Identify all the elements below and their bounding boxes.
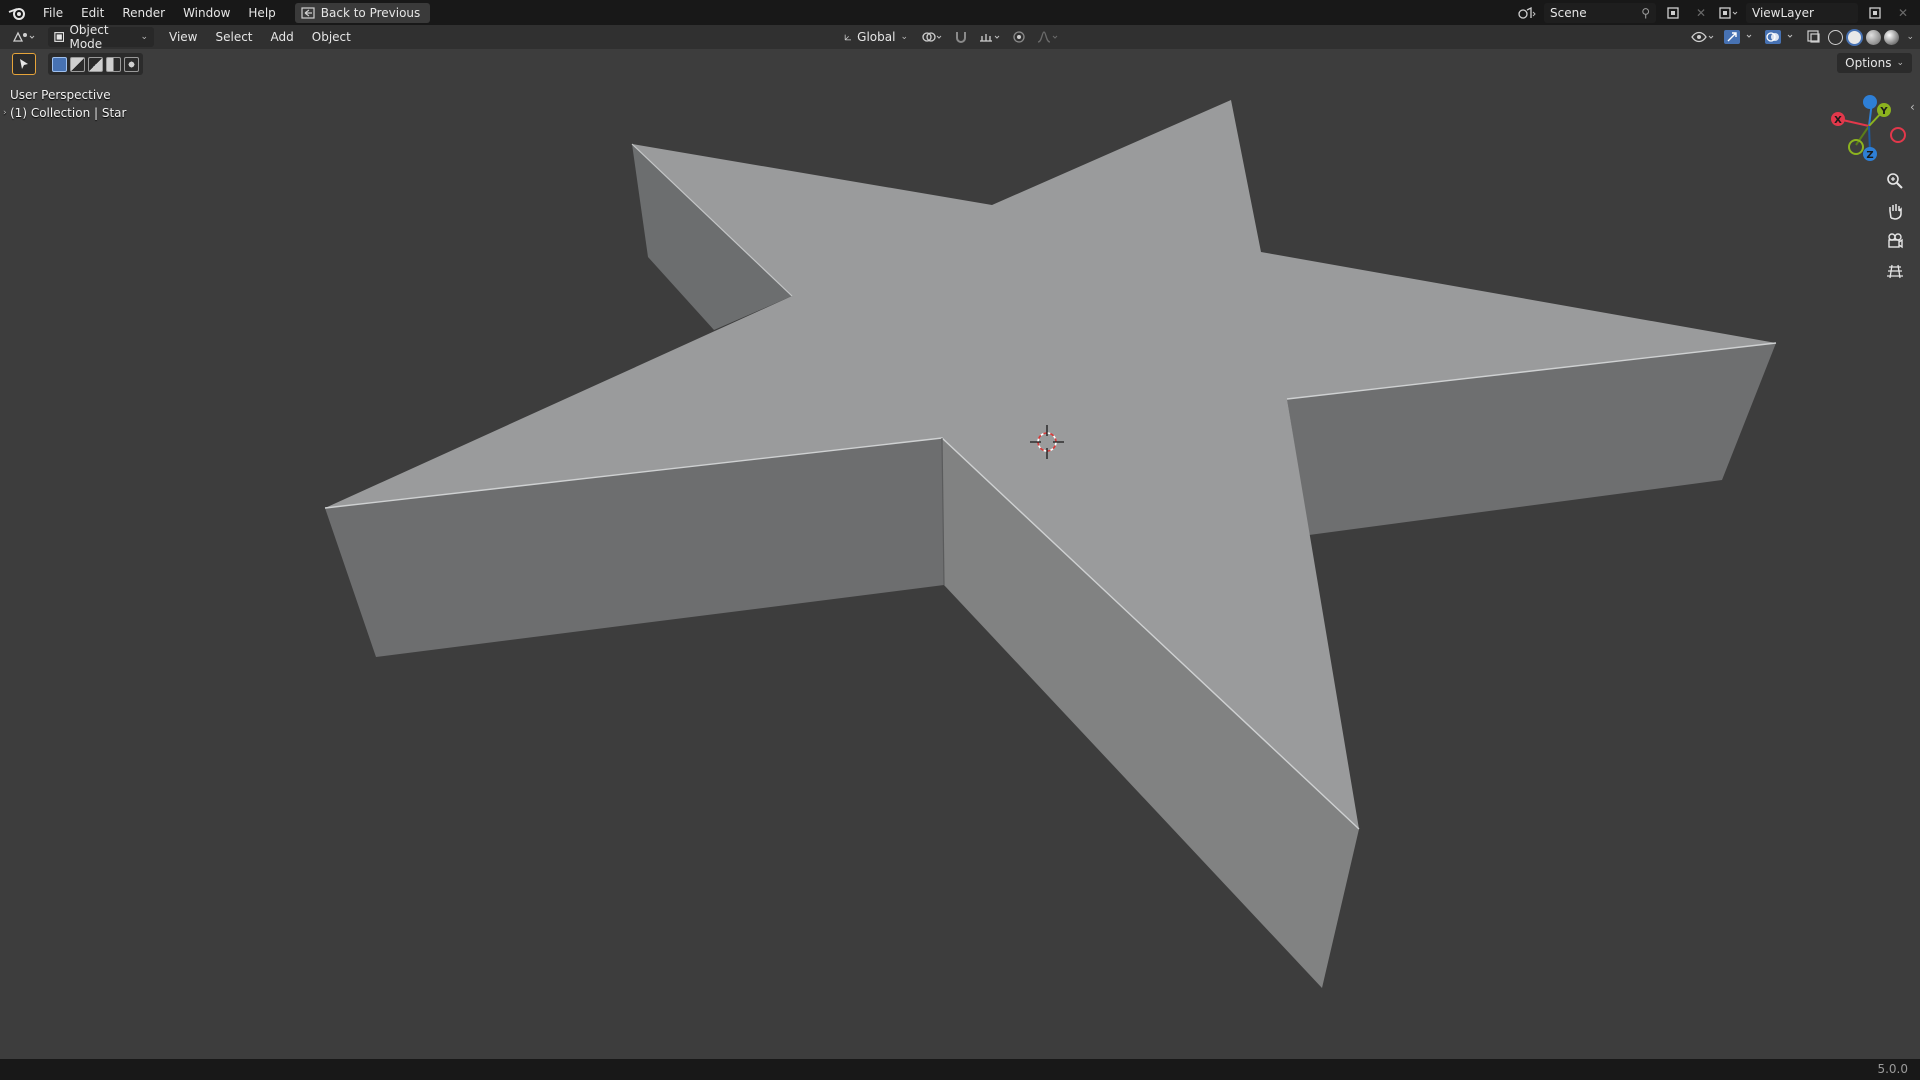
wireframe-shading-icon[interactable]: [1828, 29, 1844, 45]
chevron-down-icon: ⌄: [1896, 58, 1904, 68]
top-right-controls: Scene ⚲ ✕ ViewLayer ✕: [1516, 0, 1920, 25]
scene-name: Scene: [1550, 5, 1587, 20]
gizmo-z-label: Z: [1866, 150, 1873, 161]
pan-hand-icon[interactable]: [1880, 198, 1910, 224]
menu-render[interactable]: Render: [113, 2, 174, 24]
scene-field[interactable]: Scene ⚲: [1544, 2, 1656, 23]
transform-orientation-dropdown[interactable]: Global ⌄: [838, 27, 914, 47]
gizmo-pos-z-handle[interactable]: [1863, 95, 1877, 109]
navigation-gizmo[interactable]: X Y Z: [1824, 88, 1914, 168]
proportional-editing-icon[interactable]: [1008, 27, 1030, 47]
gizmo-x-label: X: [1834, 115, 1842, 126]
falloff-icon[interactable]: [1034, 27, 1062, 47]
pivot-point-icon[interactable]: [918, 27, 946, 47]
delete-scene-icon[interactable]: ✕: [1690, 3, 1712, 23]
menu-view[interactable]: View: [160, 26, 206, 48]
orientation-axes-icon: [844, 34, 852, 41]
object-mode-icon: [54, 32, 65, 42]
material-preview-icon[interactable]: [1866, 29, 1882, 45]
collection-object-label: › (1) Collection | Star: [3, 104, 127, 122]
view-perspective-label: User Perspective: [10, 88, 111, 102]
zoom-icon[interactable]: [1880, 168, 1910, 194]
options-label: Options: [1845, 56, 1892, 70]
chevron-down-icon: ⌄: [140, 32, 148, 42]
options-dropdown[interactable]: Options ⌄: [1837, 53, 1912, 73]
pin-icon[interactable]: ⚲: [1641, 6, 1650, 20]
tool-row: [12, 53, 143, 75]
3d-viewport[interactable]: [0, 49, 1920, 1059]
menu-help[interactable]: Help: [239, 2, 284, 24]
visibility-icon[interactable]: [1688, 27, 1718, 47]
menu-add[interactable]: Add: [262, 26, 303, 48]
rendered-shading-icon[interactable]: [1884, 29, 1900, 45]
shading-options-chevron-icon[interactable]: ⌄: [1906, 32, 1914, 42]
back-to-previous-button[interactable]: Back to Previous: [294, 2, 431, 23]
select-new-icon[interactable]: [52, 56, 67, 72]
snap-target-icon[interactable]: [976, 27, 1004, 47]
menu-window[interactable]: Window: [174, 2, 239, 24]
solid-shading-icon[interactable]: [1846, 28, 1864, 46]
delete-view-layer-icon[interactable]: ✕: [1892, 3, 1914, 23]
new-view-layer-icon[interactable]: [1864, 3, 1886, 23]
menu-edit[interactable]: Edit: [72, 2, 113, 24]
camera-view-icon[interactable]: [1880, 228, 1910, 254]
orientation-label: Global: [857, 30, 896, 44]
gizmo-neg-y-handle[interactable]: [1848, 139, 1864, 155]
header-center-tools: Global ⌄: [838, 27, 1062, 47]
gizmo-neg-x-handle[interactable]: [1890, 127, 1906, 143]
collapse-sidebar-icon[interactable]: ‹: [1910, 100, 1915, 114]
menu-file[interactable]: File: [34, 2, 72, 24]
select-tool-icon[interactable]: [12, 53, 36, 75]
select-extend-icon[interactable]: [70, 56, 85, 72]
object-mode-dropdown[interactable]: Object Mode ⌄: [48, 23, 154, 51]
scene-type-icon[interactable]: [1516, 3, 1538, 23]
xray-toggle-icon[interactable]: [1803, 27, 1825, 47]
overlays-toggle-icon[interactable]: [1762, 27, 1800, 47]
chevron-down-icon: ⌄: [900, 32, 908, 42]
object-mode-label: Object Mode: [69, 23, 109, 51]
blender-logo-icon[interactable]: [0, 0, 34, 25]
menu-object[interactable]: Object: [303, 26, 360, 48]
version-label: 5.0.0: [1877, 1062, 1908, 1076]
new-scene-icon[interactable]: [1662, 3, 1684, 23]
menu-select[interactable]: Select: [206, 26, 261, 48]
select-subtract-icon[interactable]: [88, 56, 103, 72]
selection-mode-group: [48, 53, 143, 75]
collection-expand-chevron-icon[interactable]: ›: [3, 104, 7, 122]
view-layer-type-icon[interactable]: [1718, 3, 1740, 23]
view-layer-field[interactable]: ViewLayer: [1746, 2, 1858, 23]
top-bar: File Edit Render Window Help Back to Pre…: [0, 0, 1920, 25]
view-layer-name: ViewLayer: [1752, 5, 1814, 20]
back-window-icon: [301, 6, 315, 19]
gizmo-y-label: Y: [1879, 106, 1888, 117]
back-to-previous-label: Back to Previous: [320, 5, 421, 20]
viewport-header: Object Mode ⌄ View Select Add Object Glo…: [0, 23, 1920, 51]
viewport-info: User Perspective › (1) Collection | Star: [3, 86, 127, 122]
status-bar: 5.0.0: [0, 1059, 1920, 1080]
grid-view-icon[interactable]: [1880, 258, 1910, 284]
header-right-tools: ⌄: [1688, 27, 1914, 47]
gizmo-toggle-icon[interactable]: [1721, 27, 1759, 47]
editor-type-icon[interactable]: [10, 27, 40, 47]
snap-toggle-icon[interactable]: [950, 27, 972, 47]
collection-object-text: (1) Collection | Star: [10, 106, 127, 120]
select-invert-icon[interactable]: [106, 56, 121, 72]
select-intersect-icon[interactable]: [124, 56, 139, 72]
